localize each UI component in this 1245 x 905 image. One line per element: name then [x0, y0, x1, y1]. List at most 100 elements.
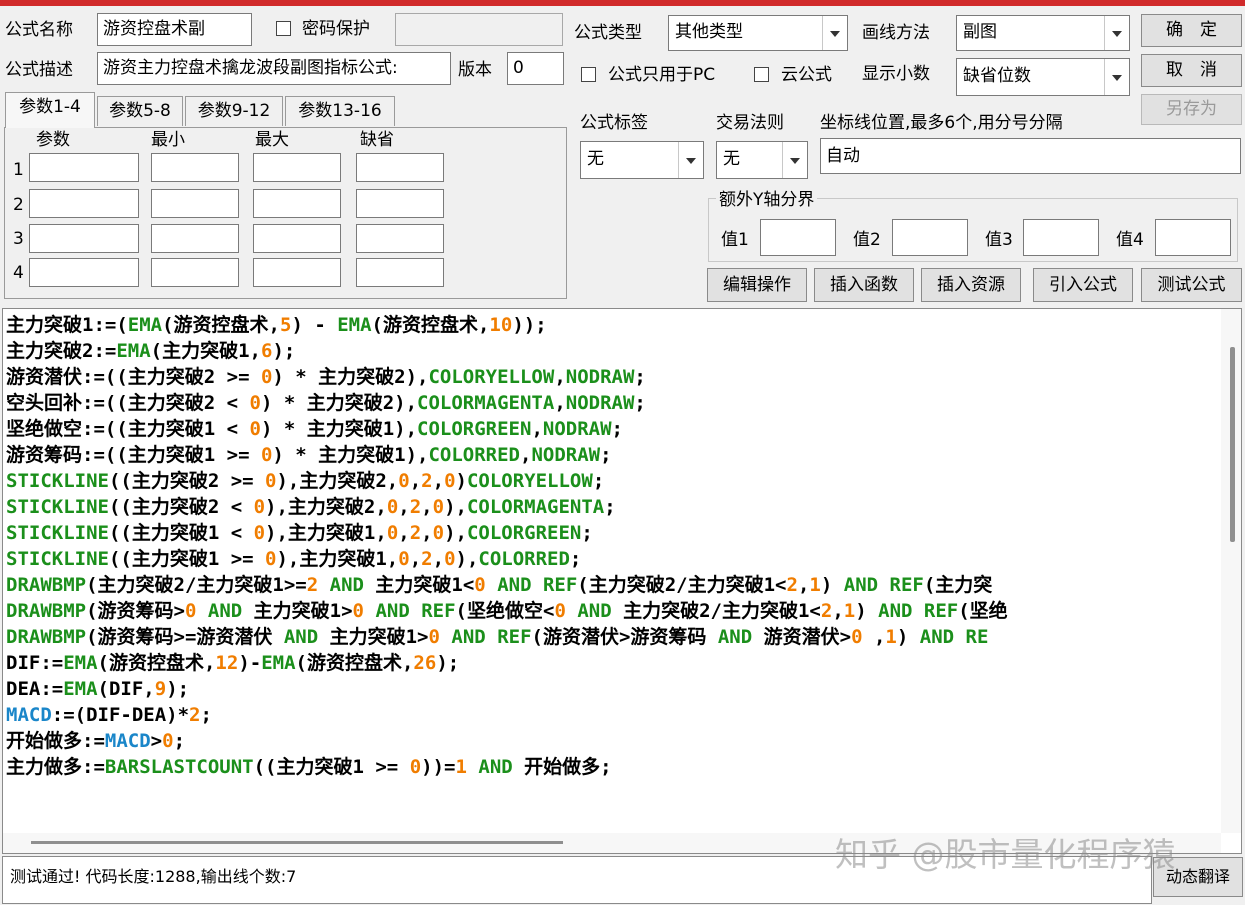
horizontal-scroll-thumb[interactable]: [31, 841, 563, 844]
cloud-label: 云公式: [781, 65, 832, 85]
code-token: ,: [398, 496, 410, 518]
param-min-input[interactable]: [151, 224, 239, 253]
window-top-border: [0, 0, 1245, 6]
code-line[interactable]: 坚绝做空:=((主力突破1 < 0) * 主力突破1),COLORGREEN,N…: [6, 416, 1219, 442]
test-formula-button[interactable]: 测试公式: [1141, 268, 1242, 302]
code-token: DRAWBMP: [6, 574, 87, 596]
vertical-scroll-thumb[interactable]: [1230, 347, 1235, 542]
param-name-input[interactable]: [29, 258, 139, 287]
param-default-input[interactable]: [356, 258, 444, 287]
password-checkbox[interactable]: [276, 21, 291, 36]
code-line[interactable]: DRAWBMP(主力突破2/主力突破1>=2 AND 主力突破1<0 AND R…: [6, 572, 1219, 598]
code-editor[interactable]: 主力突破1:=(EMA(游资控盘术,5) - EMA(游资控盘术,10)); 主力…: [2, 308, 1242, 854]
code-token: AND: [329, 574, 364, 596]
code-token: 6: [260, 340, 273, 362]
code-token: AND: [375, 600, 410, 622]
code-token: 0: [444, 548, 456, 570]
param-min-input[interactable]: [151, 153, 239, 182]
param-min-input[interactable]: [151, 189, 239, 218]
trade-rule-label: 交易法则: [716, 113, 784, 133]
code-token: );: [272, 340, 296, 362]
value1-label: 值1: [721, 230, 749, 250]
code-token: (游资控盘术,: [295, 652, 414, 674]
pc-only-checkbox[interactable]: [581, 67, 596, 82]
value2-input[interactable]: [892, 219, 968, 256]
code-token: 26: [413, 652, 437, 674]
code-token: ,: [554, 392, 566, 414]
code-token: 主力突破2:=: [6, 340, 117, 362]
code-token: 游资潜伏>: [752, 626, 852, 648]
value3-input[interactable]: [1023, 219, 1099, 256]
param-max-input[interactable]: [253, 224, 341, 253]
formula-desc-label: 公式描述: [5, 60, 73, 80]
code-line[interactable]: STICKLINE((主力突破1 >= 0),主力突破1,0,2,0),COLO…: [6, 546, 1219, 572]
coord-input[interactable]: 自动: [820, 138, 1241, 174]
tab-params-1-4[interactable]: 参数1-4: [5, 92, 95, 128]
version-input[interactable]: 0: [507, 52, 564, 85]
code-token: 10: [489, 314, 513, 336]
code-line[interactable]: DRAWBMP(游资筹码>0 AND 主力突破1>0 AND REF(坚绝做空<…: [6, 598, 1219, 624]
formula-name-input[interactable]: 游资控盘术副: [97, 13, 252, 46]
param-name-input[interactable]: [29, 224, 139, 253]
code-line[interactable]: STICKLINE((主力突破2 < 0),主力突破2,0,2,0),COLOR…: [6, 494, 1219, 520]
code-token: AND: [717, 626, 753, 648]
param-name-input[interactable]: [29, 189, 139, 218]
code-line[interactable]: 游资潜伏:=((主力突破2 >= 0) * 主力突破2),COLORYELLOW…: [6, 364, 1219, 390]
param-default-input[interactable]: [356, 153, 444, 182]
code-line[interactable]: 主力突破1:=(EMA(游资控盘术,5) - EMA(游资控盘术,10));: [6, 312, 1219, 338]
vertical-scrollbar[interactable]: [1221, 309, 1241, 833]
param-default-input[interactable]: [356, 224, 444, 253]
cancel-button[interactable]: 取 消: [1141, 54, 1242, 87]
param-max-input[interactable]: [253, 153, 341, 182]
tag-select[interactable]: 无: [580, 141, 704, 179]
insert-resource-button[interactable]: 插入资源: [921, 268, 1021, 302]
param-header-min: 最小: [151, 130, 185, 150]
code-token: (游资控盘术,: [162, 314, 280, 336]
code-line[interactable]: DIF:=EMA(游资控盘术,12)-EMA(游资控盘术,26);: [6, 650, 1219, 676]
code-line[interactable]: 游资筹码:=((主力突破1 >= 0) * 主力突破1),COLORRED,NO…: [6, 442, 1219, 468]
code-token: COLORGREEN: [417, 418, 532, 440]
code-line[interactable]: 主力突破2:=EMA(主力突破1,6);: [6, 338, 1219, 364]
draw-method-select[interactable]: 副图: [956, 15, 1130, 51]
import-formula-button[interactable]: 引入公式: [1033, 268, 1133, 302]
code-text-area[interactable]: 主力突破1:=(EMA(游资控盘术,5) - EMA(游资控盘术,10)); 主力…: [6, 312, 1219, 833]
param-header-name: 参数: [36, 130, 70, 150]
code-token: 1: [455, 756, 467, 778]
value1-input[interactable]: [760, 219, 836, 256]
cloud-checkbox[interactable]: [754, 67, 769, 82]
code-token: REF: [497, 626, 532, 648]
insert-function-button[interactable]: 插入函数: [814, 268, 914, 302]
param-name-input[interactable]: [29, 153, 139, 182]
code-token: REF: [421, 600, 456, 622]
code-line[interactable]: DEA:=EMA(DIF,9);: [6, 676, 1219, 702]
chevron-down-icon: [1104, 16, 1129, 50]
formula-desc-input[interactable]: 游资主力控盘术擒龙波段副图指标公式:: [97, 52, 451, 85]
code-line[interactable]: 主力做多:=BARSLASTCOUNT((主力突破1 >= 0))=1 AND …: [6, 754, 1219, 780]
tab-params-9-12[interactable]: 参数9-12: [185, 96, 283, 126]
code-line[interactable]: STICKLINE((主力突破2 >= 0),主力突破2,0,2,0)COLOR…: [6, 468, 1219, 494]
tab-params-5-8[interactable]: 参数5-8: [97, 96, 183, 126]
value4-input[interactable]: [1155, 219, 1231, 256]
param-default-input[interactable]: [356, 189, 444, 218]
param-min-input[interactable]: [151, 258, 239, 287]
code-line[interactable]: STICKLINE((主力突破1 < 0),主力突破1,0,2,0),COLOR…: [6, 520, 1219, 546]
code-line[interactable]: 空头回补:=((主力突破2 < 0) * 主力突破2),COLORMAGENTA…: [6, 390, 1219, 416]
code-line[interactable]: DRAWBMP(游资筹码>=游资潜伏 AND 主力突破1>0 AND REF(游…: [6, 624, 1219, 650]
ok-button[interactable]: 确 定: [1141, 14, 1242, 47]
code-token: 0: [474, 574, 486, 596]
decimals-select[interactable]: 缺省位数: [956, 58, 1130, 96]
param-max-input[interactable]: [253, 189, 341, 218]
tab-params-13-16[interactable]: 参数13-16: [285, 96, 395, 126]
formula-type-select[interactable]: 其他类型: [668, 15, 848, 51]
code-token: MACD: [6, 704, 52, 726]
code-line[interactable]: MACD:=(DIF-DEA)*2;: [6, 702, 1219, 728]
code-line[interactable]: 开始做多:=MACD>0;: [6, 728, 1219, 754]
code-token: COLORMAGENTA: [417, 392, 555, 414]
edit-ops-button[interactable]: 编辑操作: [707, 268, 807, 302]
trade-rule-select[interactable]: 无: [716, 141, 808, 179]
param-max-input[interactable]: [253, 258, 341, 287]
